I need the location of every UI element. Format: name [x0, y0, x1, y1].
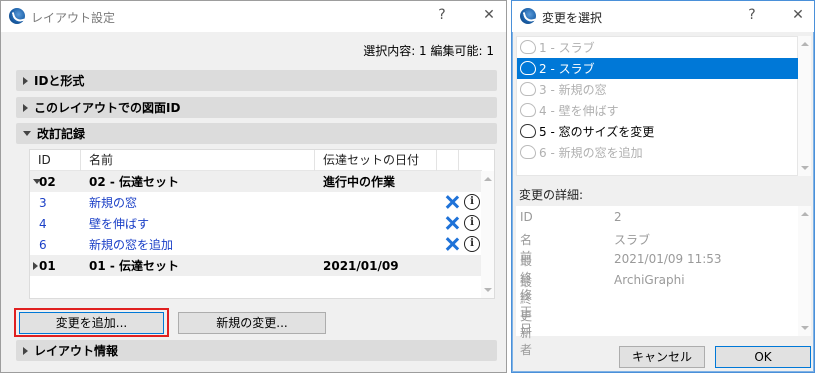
change-details: ID 2 名前 スラブ 最終修正日 2021/01/09 11:53 最終更新者… — [516, 206, 798, 357]
expand-arrow-icon — [23, 103, 28, 112]
detail-key: ID — [520, 210, 533, 224]
expand-arrow-icon — [23, 346, 28, 355]
table-row-change-4[interactable]: 4 壁を伸ばす i — [30, 213, 482, 234]
help-button[interactable]: ? — [742, 7, 762, 23]
list-item: 6 - 新規の窓を追加 — [517, 142, 799, 163]
select-change-dialog: 変更を選択 ? ✕ 1 - スラブ 2 - スラブ 3 - 新規の窓 4 - 壁… — [511, 0, 815, 373]
info-icon[interactable]: i — [464, 236, 480, 252]
details-scrollbar[interactable] — [798, 206, 811, 336]
section-label: このレイアウトでの図面ID — [34, 101, 181, 115]
row-name: 02 - 伝達セット — [89, 175, 180, 189]
table-header: ID 名前 伝達セットの日付 — [30, 150, 482, 171]
dialog-title: レイアウト設定 — [31, 11, 116, 25]
info-icon[interactable]: i — [464, 215, 480, 231]
revision-cloud-icon — [520, 61, 536, 75]
table-row-transmittal-01[interactable]: 01 01 - 伝達セット 2021/01/09 — [30, 255, 482, 276]
change-list-scrollbar[interactable] — [798, 36, 811, 176]
column-header-name[interactable]: 名前 — [81, 150, 315, 171]
row-date: 2021/01/09 — [323, 258, 399, 273]
row-date: 進行中の作業 — [323, 175, 396, 189]
expand-arrow-icon[interactable] — [33, 261, 38, 270]
layout-settings-titlebar: レイアウト設定 ? ✕ — [1, 1, 506, 32]
row-id: 01 — [39, 258, 56, 273]
scroll-down-arrow-icon[interactable] — [801, 166, 809, 170]
collapse-arrow-icon — [23, 131, 31, 136]
cancel-button[interactable]: キャンセル — [619, 346, 705, 368]
row-name: 新規の窓を追加 — [89, 238, 174, 252]
row-name: 新規の窓 — [89, 196, 138, 210]
scroll-up-arrow-icon[interactable] — [801, 42, 809, 46]
dialog-title: 変更を選択 — [542, 11, 603, 25]
close-button[interactable]: ✕ — [788, 7, 808, 23]
layout-settings-dialog: レイアウト設定 ? ✕ 選択内容: 1 編集可能: 1 IDと形式 このレイアウ… — [0, 0, 507, 373]
revision-cloud-icon — [520, 145, 536, 159]
ok-button[interactable]: OK — [715, 346, 811, 368]
row-id: 6 — [39, 237, 47, 252]
column-header-info — [459, 150, 482, 171]
expand-arrow-icon — [23, 76, 28, 85]
list-item: 3 - 新規の窓 — [517, 79, 799, 100]
remove-change-icon[interactable] — [444, 215, 460, 231]
row-name: 01 - 伝達セット — [89, 259, 180, 273]
archicad-app-icon — [9, 8, 25, 24]
detail-key: 最終更新者 — [520, 275, 533, 357]
row-id: 4 — [39, 216, 47, 231]
column-header-date[interactable]: 伝達セットの日付 — [315, 150, 437, 171]
row-id: 02 — [39, 174, 56, 189]
section-id-format[interactable]: IDと形式 — [16, 70, 497, 91]
scroll-down-arrow-icon[interactable] — [484, 288, 492, 292]
scroll-up-arrow-icon[interactable] — [801, 212, 809, 216]
section-label: レイアウト情報 — [34, 344, 119, 358]
detail-value: ArchiGraphi — [614, 273, 685, 287]
remove-change-icon[interactable] — [444, 236, 460, 252]
detail-value: スラブ — [614, 233, 651, 247]
list-item[interactable]: 5 - 窓のサイズを変更 — [517, 121, 799, 142]
scroll-down-arrow-icon[interactable] — [801, 326, 809, 330]
archicad-app-icon — [520, 8, 536, 24]
column-header-id[interactable]: ID — [30, 150, 81, 171]
remove-change-icon[interactable] — [444, 194, 460, 210]
selection-info: 選択内容: 1 編集可能: 1 — [363, 44, 494, 58]
section-revision-history[interactable]: 改訂記録 — [16, 123, 497, 144]
highlight-frame: 変更を追加... — [14, 308, 169, 337]
detail-value: 2021/01/09 11:53 — [614, 252, 722, 266]
list-item: 4 - 壁を伸ばす — [517, 100, 799, 121]
detail-value: 2 — [614, 210, 622, 224]
close-button[interactable]: ✕ — [479, 7, 499, 23]
table-row-change-3[interactable]: 3 新規の窓 i — [30, 192, 482, 213]
revision-cloud-icon — [520, 124, 536, 138]
info-icon[interactable]: i — [464, 194, 480, 210]
new-change-button[interactable]: 新規の変更... — [178, 312, 326, 334]
change-list: 1 - スラブ 2 - スラブ 3 - 新規の窓 4 - 壁を伸ばす 5 - 窓… — [516, 36, 799, 176]
add-change-button[interactable]: 変更を追加... — [19, 312, 164, 334]
list-item: 1 - スラブ — [517, 37, 799, 58]
section-layout-info[interactable]: レイアウト情報 — [16, 340, 497, 361]
list-item[interactable]: 2 - スラブ — [517, 58, 799, 79]
section-label: 改訂記録 — [37, 127, 86, 141]
scroll-up-arrow-icon[interactable] — [484, 177, 492, 181]
column-header-delete — [437, 150, 459, 171]
revision-cloud-icon — [520, 82, 536, 96]
details-heading: 変更の詳細: — [519, 188, 584, 202]
revision-cloud-icon — [520, 40, 536, 54]
row-name: 壁を伸ばす — [89, 217, 150, 231]
section-label: IDと形式 — [34, 74, 85, 88]
help-button[interactable]: ? — [432, 7, 452, 23]
select-change-titlebar: 変更を選択 ? ✕ — [512, 1, 814, 32]
table-scrollbar[interactable] — [481, 171, 494, 298]
row-id: 3 — [39, 195, 47, 210]
revision-table: ID 名前 伝達セットの日付 02 02 - 伝達セット 進行中の作業 3 新規… — [29, 149, 495, 299]
section-drawing-id[interactable]: このレイアウトでの図面ID — [16, 97, 497, 118]
revision-cloud-icon — [520, 103, 536, 117]
table-row-change-6[interactable]: 6 新規の窓を追加 i — [30, 234, 482, 255]
table-row-transmittal-02[interactable]: 02 02 - 伝達セット 進行中の作業 — [30, 171, 482, 192]
